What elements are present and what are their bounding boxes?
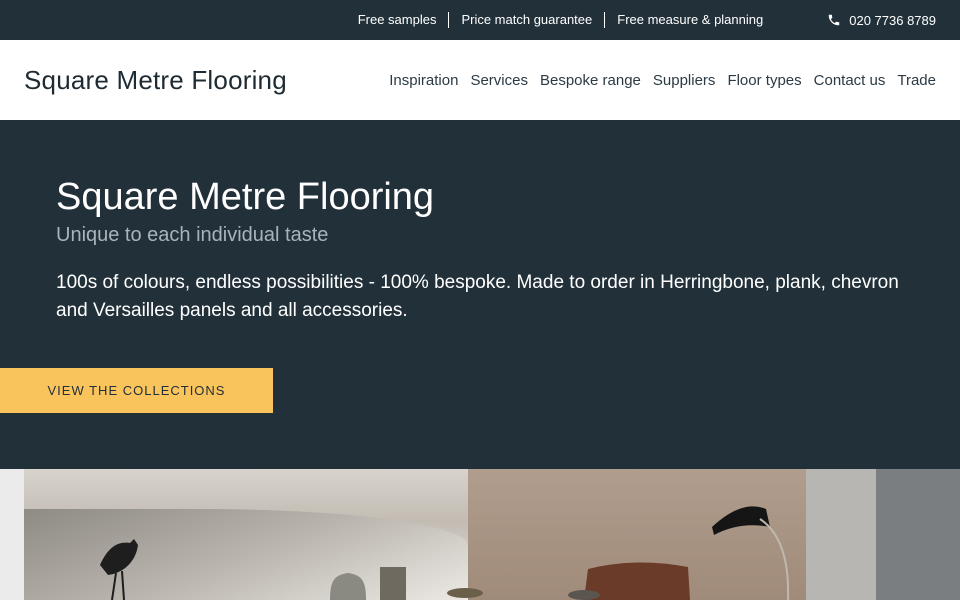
nav-contact-us[interactable]: Contact us: [814, 72, 886, 89]
bird-figure: [100, 539, 138, 575]
phone-number: 020 7736 8789: [849, 12, 936, 28]
nav-bespoke-range[interactable]: Bespoke range: [540, 72, 641, 89]
nav-services[interactable]: Services: [470, 72, 528, 89]
nav-trade[interactable]: Trade: [897, 72, 936, 89]
nav-suppliers[interactable]: Suppliers: [653, 72, 716, 89]
main-nav: Inspiration Services Bespoke range Suppl…: [377, 72, 936, 89]
site-header: Square Metre Flooring Inspiration Servic…: [0, 40, 960, 120]
hero-description: 100s of colours, endless possibilities -…: [56, 272, 899, 321]
top-links: Free samples Price match guarantee Free …: [346, 12, 776, 28]
chair: [584, 562, 690, 600]
hero-subtitle: Unique to each individual taste: [56, 224, 329, 246]
vase-tall: [380, 567, 406, 600]
free-measure-link[interactable]: Free measure & planning: [604, 12, 775, 28]
price-match-link[interactable]: Price match guarantee: [448, 12, 604, 28]
view-collections-button[interactable]: VIEW THE COLLECTIONS: [0, 368, 273, 413]
bowl: [447, 588, 483, 598]
hero-section: Square Metre Flooring Unique to each ind…: [0, 120, 960, 469]
phone-icon: [828, 14, 840, 26]
free-samples-link[interactable]: Free samples: [346, 12, 449, 28]
desk-lamp-arm: [759, 518, 790, 600]
bird-leg-2: [121, 570, 125, 600]
vase: [330, 573, 366, 600]
site-logo[interactable]: Square Metre Flooring: [24, 65, 287, 96]
photo-objects: [100, 506, 790, 600]
nav-floor-types[interactable]: Floor types: [727, 72, 801, 89]
hero-photo: [0, 469, 960, 600]
hero-title: Square Metre Flooring: [56, 176, 435, 218]
top-bar: Free samples Price match guarantee Free …: [0, 0, 960, 40]
cup: [568, 590, 600, 600]
nav-inspiration[interactable]: Inspiration: [389, 72, 458, 89]
phone-contact[interactable]: 020 7736 8789: [827, 13, 936, 28]
bird-leg: [111, 572, 117, 600]
